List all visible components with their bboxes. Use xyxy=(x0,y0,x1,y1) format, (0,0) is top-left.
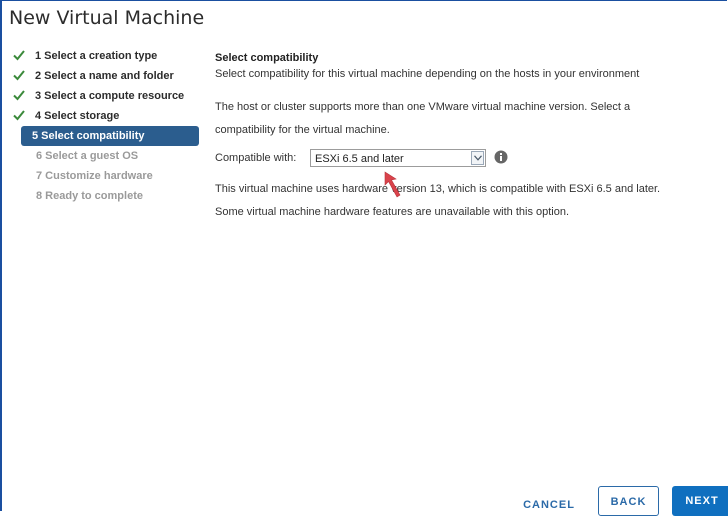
compatibility-row: Compatible with: ESXi 6.5 and later xyxy=(215,146,720,170)
nav-step-6: 6 Select a guest OS xyxy=(13,146,201,166)
checkmark-icon xyxy=(13,90,25,101)
nav-step-3[interactable]: 3 Select a compute resource xyxy=(13,86,201,106)
host-support-text: The host or cluster supports more than o… xyxy=(215,96,720,142)
nav-step-8: 8 Ready to complete xyxy=(13,186,201,206)
nav-step-4[interactable]: 4 Select storage xyxy=(13,106,201,126)
arrow-pointer-icon xyxy=(384,171,401,198)
nav-step-label: 6 Select a guest OS xyxy=(36,150,139,162)
nav-step-label: 7 Customize hardware xyxy=(36,170,153,182)
nav-step-label: 8 Ready to complete xyxy=(36,190,143,202)
compatible-with-label: Compatible with: xyxy=(215,152,297,164)
nav-step-label: 5 Select compatibility xyxy=(32,130,145,142)
checkmark-icon xyxy=(13,50,25,61)
nav-step-label: 3 Select a compute resource xyxy=(35,90,185,102)
nav-step-label: 1 Select a creation type xyxy=(35,50,158,62)
cancel-button[interactable]: CANCEL xyxy=(518,490,580,520)
compatibility-selected-value: ESXi 6.5 and later xyxy=(315,153,404,165)
nav-step-5-current[interactable]: 5 Select compatibility xyxy=(21,126,199,146)
info-icon[interactable] xyxy=(494,150,508,164)
chevron-down-icon[interactable] xyxy=(471,151,484,165)
host-support-line-1: The host or cluster supports more than o… xyxy=(215,101,631,113)
checkmark-icon xyxy=(13,70,25,81)
compatibility-description: This virtual machine uses hardware versi… xyxy=(215,178,720,224)
wizard-steps-nav: 1 Select a creation type 2 Select a name… xyxy=(13,46,201,206)
step-content: Select compatibility Select compatibilit… xyxy=(215,46,720,224)
section-subheading: Select compatibility for this virtual ma… xyxy=(215,68,640,80)
host-support-line-2: compatibility for the virtual machine. xyxy=(215,124,390,136)
nav-step-label: 4 Select storage xyxy=(35,110,120,122)
compatibility-description-line-1: This virtual machine uses hardware versi… xyxy=(215,183,661,195)
nav-step-1[interactable]: 1 Select a creation type xyxy=(13,46,201,66)
compatibility-description-line-2: Some virtual machine hardware features a… xyxy=(215,206,570,218)
compatibility-select[interactable]: ESXi 6.5 and later xyxy=(310,149,486,167)
checkmark-icon xyxy=(13,110,25,121)
nav-step-7: 7 Customize hardware xyxy=(13,166,201,186)
nav-step-label: 2 Select a name and folder xyxy=(35,70,174,82)
section-heading: Select compatibility xyxy=(215,52,319,64)
nav-step-2[interactable]: 2 Select a name and folder xyxy=(13,66,201,86)
dialog-title: New Virtual Machine xyxy=(9,7,205,29)
